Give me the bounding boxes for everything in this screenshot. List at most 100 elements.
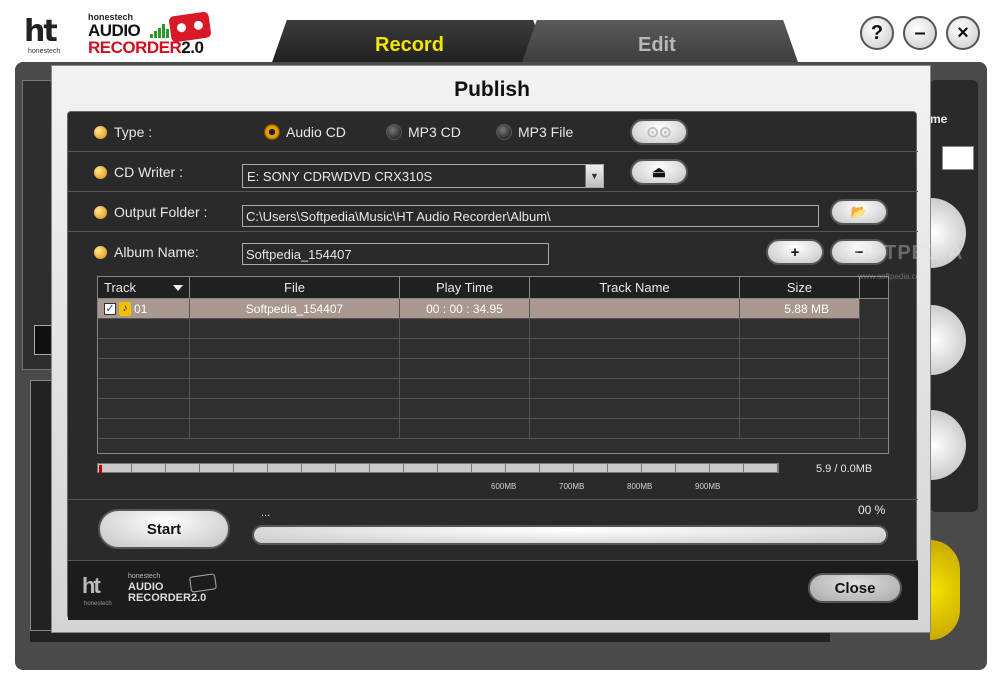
radio-audio-cd-label: Audio CD (286, 124, 346, 140)
checkbox-checked-icon[interactable]: ✓ (104, 303, 116, 315)
close-icon: × (957, 21, 969, 44)
folder-open-icon: 📂 (850, 204, 868, 219)
radio-audio-cd[interactable]: Audio CD (264, 124, 346, 140)
table-row-empty (98, 379, 888, 399)
type-row: Type : Audio CD MP3 CD MP3 File ⊙⊙ (68, 112, 918, 152)
column-header-track[interactable]: Track (98, 277, 190, 299)
close-button[interactable]: Close (808, 573, 902, 603)
cell-empty (860, 319, 888, 339)
cell-empty (860, 359, 888, 379)
control-knob-2[interactable] (930, 305, 966, 375)
radio-mp3-file-label: MP3 File (518, 124, 574, 140)
volume-panel: me (930, 80, 978, 512)
minimize-icon: – (914, 21, 926, 44)
track-number: 01 (134, 302, 148, 316)
eject-icon: ⏏ (651, 164, 667, 181)
cell-empty (98, 419, 190, 439)
cell-file: Softpedia_154407 (190, 299, 400, 319)
cell-empty (860, 339, 888, 359)
minimize-button[interactable]: – (903, 16, 937, 50)
help-button[interactable]: ? (860, 16, 894, 50)
table-row-empty (98, 319, 888, 339)
cell-empty (400, 319, 530, 339)
dialog-title: Publish (454, 78, 530, 101)
cd-writer-select[interactable]: E: SONY CDRWDVD CRX310S (242, 164, 604, 188)
browse-folder-button[interactable]: 📂 (830, 199, 888, 225)
dialog-footer: ht honestech honestech AUDIO RECORDER2.0… (68, 560, 918, 620)
app-name-line2: RECORDER2.0 (88, 38, 204, 57)
logo-mark: ht (24, 14, 58, 49)
add-track-button[interactable]: + (766, 239, 824, 265)
empty-rows (98, 319, 888, 439)
cell-empty (530, 339, 740, 359)
start-button[interactable]: Start (98, 509, 230, 549)
cell-empty (190, 419, 400, 439)
tab-edit-label: Edit (638, 34, 676, 56)
capacity-fill (99, 465, 102, 473)
tab-record[interactable]: Record (270, 20, 550, 68)
close-window-button[interactable]: × (946, 16, 980, 50)
cell-size: 5.88 MB (740, 299, 860, 319)
column-header-file[interactable]: File (190, 277, 400, 299)
footer-app-name-line2: RECORDER2.0 (128, 592, 207, 604)
sort-down-icon (173, 285, 183, 291)
bullet-icon (94, 206, 107, 219)
cell-empty (860, 399, 888, 419)
cell-empty (98, 399, 190, 419)
cell-empty (740, 419, 860, 439)
cell-empty (400, 399, 530, 419)
footer-brand: honestech (128, 573, 161, 580)
burn-button[interactable]: ⊙⊙ (630, 119, 688, 145)
cell-empty (530, 319, 740, 339)
cell-empty (530, 419, 740, 439)
capacity-tick-900: 900MB (695, 482, 721, 491)
footer-logo: ht honestech honestech AUDIO RECORDER2.0 (82, 573, 222, 609)
column-header-size[interactable]: Size (740, 277, 860, 299)
app-logo: ht honestech honestech AUDIO RECORDER2.0 (20, 11, 220, 57)
divider (68, 499, 918, 500)
table-row[interactable]: ✓ ♪ 01 Softpedia_154407 00 : 00 : 34.95 … (98, 299, 888, 319)
cell-empty (740, 379, 860, 399)
publish-panel: Type : Audio CD MP3 CD MP3 File ⊙⊙ CD Wr… (67, 111, 918, 620)
radio-mp3-cd[interactable]: MP3 CD (386, 124, 461, 140)
column-header-track-name[interactable]: Track Name (530, 277, 740, 299)
track-table: Track File Play Time Track Name Size ✓ ♪ (97, 276, 889, 454)
capacity-text: 5.9 / 0.0MB (816, 463, 873, 475)
album-name-label: Album Name: (114, 244, 199, 260)
cell-empty (190, 399, 400, 419)
cell-empty (860, 379, 888, 399)
bullet-icon (94, 126, 107, 139)
cell-track-name[interactable] (530, 299, 740, 319)
app-window: ht honestech honestech AUDIO RECORDER2.0… (0, 0, 1000, 680)
record-knob[interactable] (930, 540, 960, 640)
cell-empty (400, 359, 530, 379)
column-header-play-time[interactable]: Play Time (400, 277, 530, 299)
eject-button[interactable]: ⏏ (630, 159, 688, 185)
volume-label: me (930, 112, 948, 126)
control-knob-3[interactable] (930, 410, 966, 480)
cell-empty (400, 419, 530, 439)
chevron-down-icon[interactable]: ▼ (585, 165, 603, 187)
cell-empty (530, 399, 740, 419)
radio-selected-icon (264, 124, 280, 140)
radio-mp3-file[interactable]: MP3 File (496, 124, 573, 140)
radio-mp3-cd-label: MP3 CD (408, 124, 461, 140)
table-row-empty (98, 339, 888, 359)
tab-edit[interactable]: Edit (520, 20, 800, 68)
cd-writer-label: CD Writer : (114, 164, 183, 180)
bullet-icon (94, 246, 107, 259)
cell-filler (860, 299, 888, 319)
cell-empty (98, 319, 190, 339)
radio-unselected-icon (496, 124, 512, 140)
volume-spinner[interactable] (942, 146, 974, 170)
output-folder-field[interactable]: C:\Users\Softpedia\Music\HT Audio Record… (242, 205, 819, 227)
table-row-empty (98, 419, 888, 439)
watermark: SOFTPEDIA (840, 242, 964, 264)
cell-empty (400, 339, 530, 359)
cell-empty (860, 419, 888, 439)
column-track-label: Track (104, 280, 137, 295)
album-name-field[interactable]: Softpedia_154407 (242, 243, 549, 265)
cell-empty (740, 359, 860, 379)
cell-empty (530, 379, 740, 399)
watermark-url: www.softpedia.com (858, 272, 927, 281)
